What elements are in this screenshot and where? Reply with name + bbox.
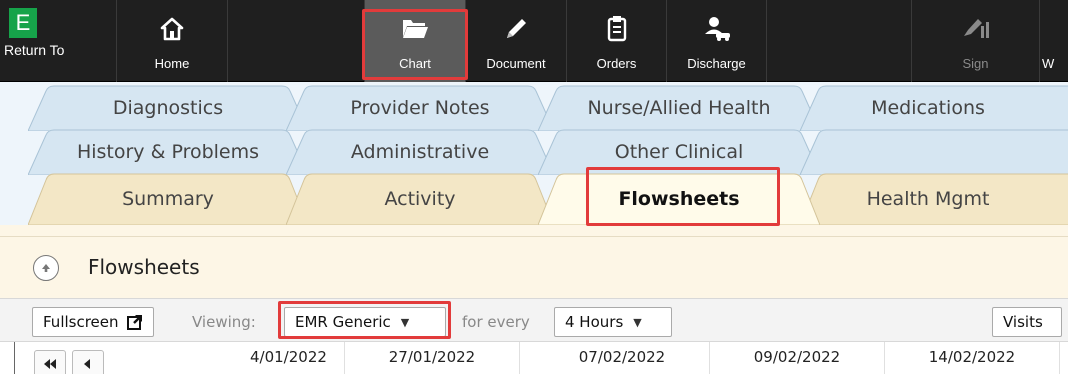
- tab-other-clinical[interactable]: Other Clinical: [538, 129, 820, 175]
- fullscreen-button[interactable]: Fullscreen: [32, 307, 154, 337]
- fullscreen-label: Fullscreen: [43, 313, 119, 331]
- first-page-button[interactable]: [34, 350, 66, 374]
- tab-flowsheets-label: Flowsheets: [618, 188, 740, 210]
- tab-provider-notes[interactable]: Provider Notes: [286, 85, 554, 131]
- visits-label: Visits: [1003, 313, 1043, 331]
- tab-provider-notes-label: Provider Notes: [350, 97, 490, 119]
- pencil-icon: [503, 16, 529, 46]
- folder-icon: [401, 16, 429, 44]
- tab-nurse-allied-health[interactable]: Nurse/Allied Health: [538, 85, 820, 131]
- date-column: 14/02/2022: [885, 342, 1060, 374]
- viewing-value: EMR Generic: [295, 313, 391, 331]
- return-to-label: Return To: [4, 42, 65, 58]
- grid-left-edge: [14, 342, 15, 374]
- visits-button[interactable]: Visits: [992, 307, 1062, 337]
- orders-label: Orders: [596, 56, 637, 71]
- clipboard-icon: [607, 16, 627, 46]
- section-title: Flowsheets: [88, 255, 200, 279]
- home-icon: [159, 16, 185, 46]
- tab-history-problems-label: History & Problems: [76, 141, 260, 163]
- viewing-select[interactable]: EMR Generic ▼: [284, 307, 446, 337]
- external-link-icon: [126, 315, 142, 330]
- sign-icon: [961, 16, 991, 44]
- previous-page-button[interactable]: [72, 350, 104, 374]
- tab-medications-label: Medications: [871, 97, 985, 119]
- tab-nurse-allied-health-label: Nurse/Allied Health: [587, 97, 771, 119]
- home-button[interactable]: Home: [117, 0, 228, 82]
- chart-label: Chart: [399, 56, 431, 71]
- for-every-label: for every: [462, 313, 530, 331]
- interval-select[interactable]: 4 Hours ▼: [554, 307, 672, 337]
- partial-toolbar-button[interactable]: W: [1040, 0, 1068, 82]
- sign-label: Sign: [962, 56, 989, 71]
- document-button[interactable]: Document: [466, 0, 567, 82]
- flowsheet-controls: Fullscreen Viewing: EMR Generic ▼ for ev…: [0, 298, 1068, 342]
- tab-summary-label: Summary: [122, 188, 214, 210]
- tab-medications[interactable]: Medications: [800, 85, 1068, 131]
- tab-empty-slot: [800, 129, 1068, 175]
- date-column: 27/01/2022: [345, 342, 520, 374]
- tab-flowsheets[interactable]: Flowsheets: [538, 173, 820, 225]
- top-toolbar: E Return To Home Chart Document Orders D…: [0, 0, 1068, 82]
- chart-button[interactable]: Chart: [365, 0, 466, 82]
- orders-button[interactable]: Orders: [567, 0, 667, 82]
- discharge-label: Discharge: [687, 56, 746, 71]
- date-column: 09/02/2022: [710, 342, 885, 374]
- tab-administrative[interactable]: Administrative: [286, 129, 554, 175]
- toolbar-spacer: [228, 0, 365, 82]
- partial-label: W: [1042, 56, 1055, 71]
- tab-history-problems[interactable]: History & Problems: [28, 129, 308, 175]
- tab-health-mgmt-label: Health Mgmt: [866, 188, 990, 210]
- sign-button[interactable]: Sign: [912, 0, 1040, 82]
- toolbar-spacer-2: [767, 0, 912, 82]
- discharge-icon: [702, 16, 732, 46]
- tab-activity[interactable]: Activity: [286, 173, 554, 225]
- arrow-up-icon: [42, 264, 50, 272]
- tab-diagnostics-label: Diagnostics: [112, 97, 224, 119]
- collapse-up-button[interactable]: [33, 255, 59, 281]
- return-to-button[interactable]: E Return To: [0, 0, 117, 82]
- chevron-left-icon: [84, 359, 90, 369]
- viewing-label: Viewing:: [192, 313, 256, 331]
- app-logo-badge: E: [9, 8, 37, 38]
- tab-health-mgmt[interactable]: Health Mgmt: [800, 173, 1068, 225]
- discharge-button[interactable]: Discharge: [667, 0, 767, 82]
- document-label: Document: [486, 56, 546, 71]
- tab-activity-label: Activity: [384, 188, 456, 210]
- date-columns-row: 4/01/2022 27/01/2022 07/02/2022 09/02/20…: [0, 342, 1068, 374]
- interval-value: 4 Hours: [565, 313, 624, 331]
- chart-tabs: Diagnostics Provider Notes Nurse/Allied …: [0, 82, 1068, 225]
- tab-base-band: [0, 225, 1068, 236]
- home-label: Home: [154, 56, 190, 71]
- tab-other-clinical-label: Other Clinical: [614, 141, 744, 163]
- tab-administrative-label: Administrative: [350, 141, 490, 163]
- chevron-down-icon: ▼: [633, 315, 642, 329]
- tab-diagnostics[interactable]: Diagnostics: [28, 85, 308, 131]
- chevron-down-icon: ▼: [400, 315, 410, 329]
- date-column: 07/02/2022: [535, 342, 710, 374]
- flowsheets-section-header: Flowsheets: [0, 236, 1068, 298]
- date-column: 4/01/2022: [190, 342, 345, 374]
- double-chevron-left-icon: [44, 359, 56, 369]
- tab-summary[interactable]: Summary: [28, 173, 308, 225]
